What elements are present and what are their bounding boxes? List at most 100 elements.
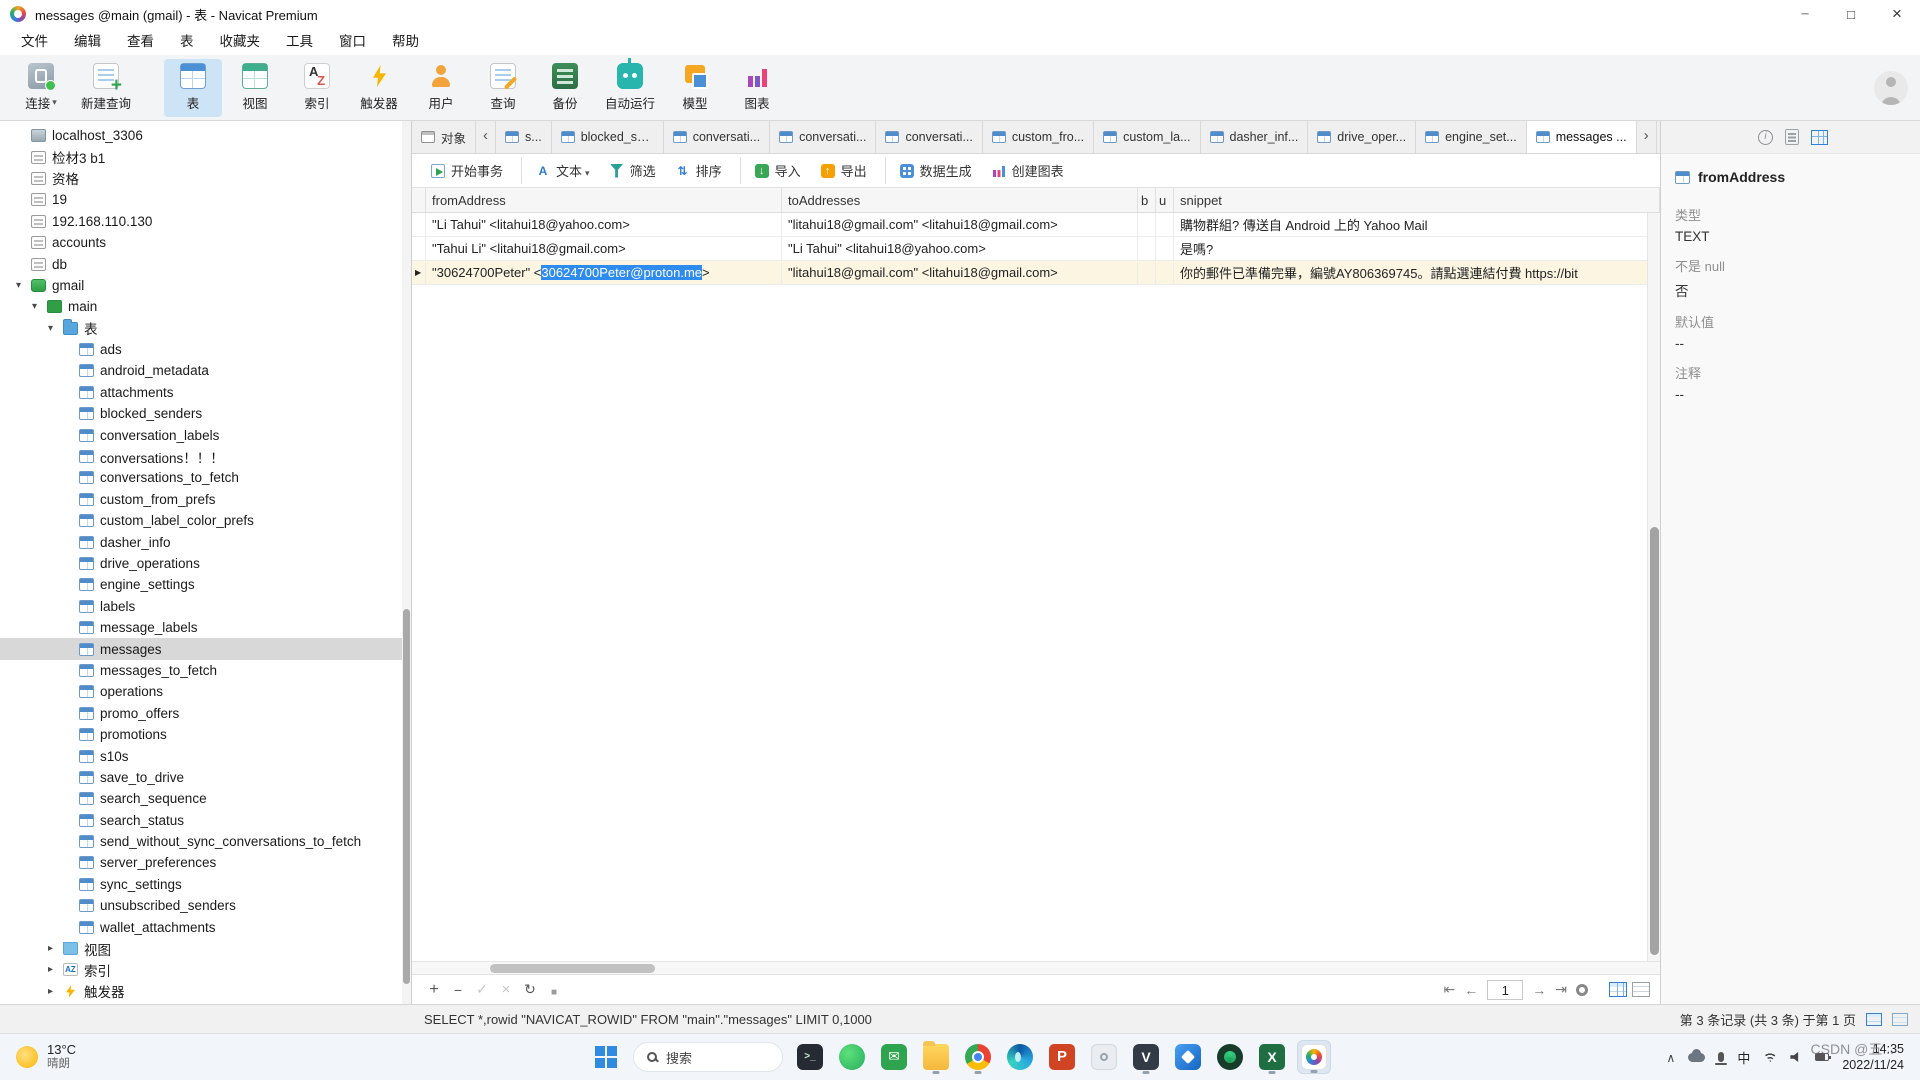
previous-page-button[interactable] [1464, 982, 1478, 998]
statusbar-form-icon[interactable] [1892, 1013, 1908, 1026]
column-header[interactable]: fromAddress [426, 188, 782, 212]
toolbar-button[interactable]: 触发器 [350, 59, 408, 117]
tree-item[interactable]: attachments [0, 382, 411, 403]
column-header[interactable]: u [1156, 188, 1174, 212]
tree-expand-arrow-icon[interactable] [16, 280, 31, 291]
tree-expand-arrow-icon[interactable] [48, 943, 63, 954]
tree-item[interactable]: operations [0, 681, 411, 702]
toolbar-button[interactable]: 查询 [474, 59, 532, 117]
next-page-button[interactable] [1532, 982, 1546, 998]
cell-u[interactable] [1156, 261, 1174, 284]
toolbar-button[interactable]: 索引 [288, 59, 346, 117]
tree-item[interactable]: labels [0, 596, 411, 617]
menu-item[interactable]: 帮助 [379, 28, 432, 55]
tree-item[interactable]: localhost_3306 [0, 125, 411, 146]
menu-item[interactable]: 文件 [8, 28, 61, 55]
table-toolbar-button[interactable]: 排序 [667, 157, 731, 184]
first-page-button[interactable] [1444, 981, 1456, 998]
cell-fromAddress[interactable]: "30624700Peter" <30624700Peter@proton.me… [426, 261, 782, 284]
column-header[interactable]: snippet [1174, 188, 1660, 212]
toolbar-button[interactable]: 备份 [536, 59, 594, 117]
taskbar-app[interactable] [1213, 1040, 1247, 1074]
sidebar-scrollbar-thumb[interactable] [403, 609, 410, 984]
tab[interactable]: 对象 [412, 121, 476, 153]
cell-u[interactable] [1156, 237, 1174, 260]
tree-item[interactable]: send_without_sync_conversations_to_fetch [0, 831, 411, 852]
cell-fromAddress[interactable]: "Li Tahui" <litahui18@yahoo.com> [426, 213, 782, 236]
tree-item[interactable]: search_sequence [0, 788, 411, 809]
last-page-button[interactable] [1555, 981, 1567, 998]
ddl-icon[interactable] [1785, 129, 1799, 145]
delete-record-button[interactable] [446, 982, 470, 998]
tree-item[interactable]: s10s [0, 745, 411, 766]
grid-view-icon[interactable] [1811, 130, 1828, 145]
taskbar-app[interactable] [835, 1040, 869, 1074]
cell-snippet[interactable]: 購物群組? 傳送自 Android 上的 Yahoo Mail [1174, 213, 1660, 236]
tree-item[interactable]: engine_settings [0, 574, 411, 595]
table-toolbar-button[interactable]: 导入 [740, 157, 810, 184]
grid-horizontal-scrollbar-thumb[interactable] [490, 964, 655, 973]
discard-changes-button[interactable] [494, 981, 518, 998]
tray-overflow-chevron-icon[interactable] [1667, 1050, 1676, 1065]
tree-item[interactable]: custom_label_color_prefs [0, 510, 411, 531]
tree-item[interactable]: accounts [0, 232, 411, 253]
onedrive-cloud-icon[interactable] [1688, 1053, 1705, 1062]
menu-item[interactable]: 窗口 [326, 28, 379, 55]
tree-item[interactable]: save_to_drive [0, 767, 411, 788]
toolbar-button[interactable]: 视图 [226, 59, 284, 117]
toolbar-button[interactable]: 表 [164, 59, 222, 117]
grid-vertical-scrollbar[interactable] [1647, 213, 1660, 961]
wifi-icon[interactable] [1763, 1052, 1777, 1062]
taskbar-app[interactable] [919, 1040, 953, 1074]
cell-snippet[interactable]: 是嗎? [1174, 237, 1660, 260]
tab[interactable] [1637, 121, 1657, 153]
tab[interactable]: custom_la... [1094, 121, 1200, 153]
tree-item[interactable]: android_metadata [0, 360, 411, 381]
user-avatar[interactable] [1874, 71, 1908, 105]
tab[interactable] [476, 121, 496, 153]
page-settings-gear-icon[interactable] [1576, 984, 1588, 996]
taskbar-app[interactable] [1297, 1040, 1331, 1074]
clock[interactable]: 14:35 2022/11/24 [1842, 1041, 1904, 1074]
toolbar-button[interactable]: 模型 [666, 59, 724, 117]
ime-indicator[interactable]: 中 [1737, 1048, 1750, 1067]
cell-toAddresses[interactable]: "litahui18@gmail.com" <litahui18@gmail.c… [782, 261, 1138, 284]
tree-item[interactable]: ads [0, 339, 411, 360]
tree-expand-arrow-icon[interactable] [32, 301, 47, 312]
cell-b[interactable] [1138, 237, 1156, 260]
column-header[interactable] [412, 188, 426, 212]
tree-item[interactable]: db [0, 253, 411, 274]
tree-item[interactable]: promotions [0, 724, 411, 745]
menu-item[interactable]: 收藏夹 [207, 28, 274, 55]
menu-item[interactable]: 编辑 [61, 28, 114, 55]
grid-vertical-scrollbar-thumb[interactable] [1650, 527, 1659, 955]
tree-item[interactable]: search_status [0, 810, 411, 831]
page-number-input[interactable]: 1 [1487, 980, 1523, 1000]
tab[interactable]: blocked_se... [552, 121, 664, 153]
taskbar-app[interactable] [1255, 1040, 1289, 1074]
cell-u[interactable] [1156, 213, 1174, 236]
info-icon[interactable] [1758, 130, 1773, 145]
tree-item[interactable]: sync_settings [0, 874, 411, 895]
tree-item[interactable]: main [0, 296, 411, 317]
weather-widget[interactable]: 13°C 晴朗 [0, 1042, 92, 1071]
tree-item[interactable]: message_labels [0, 617, 411, 638]
table-row[interactable]: "30624700Peter" <30624700Peter@proton.me… [412, 261, 1660, 285]
volume-icon[interactable] [1790, 1051, 1802, 1063]
table-toolbar-button[interactable]: 创建图表 [983, 157, 1073, 184]
battery-icon[interactable] [1815, 1053, 1829, 1061]
tab[interactable]: engine_set... [1416, 121, 1527, 153]
close-button[interactable] [1874, 0, 1920, 28]
tree-item[interactable]: conversations！！！ [0, 446, 411, 467]
tree-item[interactable]: 表 [0, 318, 411, 339]
taskbar-app[interactable] [1171, 1040, 1205, 1074]
taskbar-app[interactable] [877, 1040, 911, 1074]
toolbar-button[interactable]: 连接 [12, 59, 70, 117]
table-toolbar-button[interactable]: 筛选 [601, 157, 665, 184]
taskbar-search[interactable]: 搜索 [633, 1042, 783, 1072]
tree-item[interactable]: 192.168.110.130 [0, 211, 411, 232]
menu-item[interactable]: 表 [167, 28, 207, 55]
tab[interactable]: conversati... [770, 121, 876, 153]
tree-item[interactable]: 资格 [0, 168, 411, 189]
tab[interactable]: conversati... [664, 121, 770, 153]
